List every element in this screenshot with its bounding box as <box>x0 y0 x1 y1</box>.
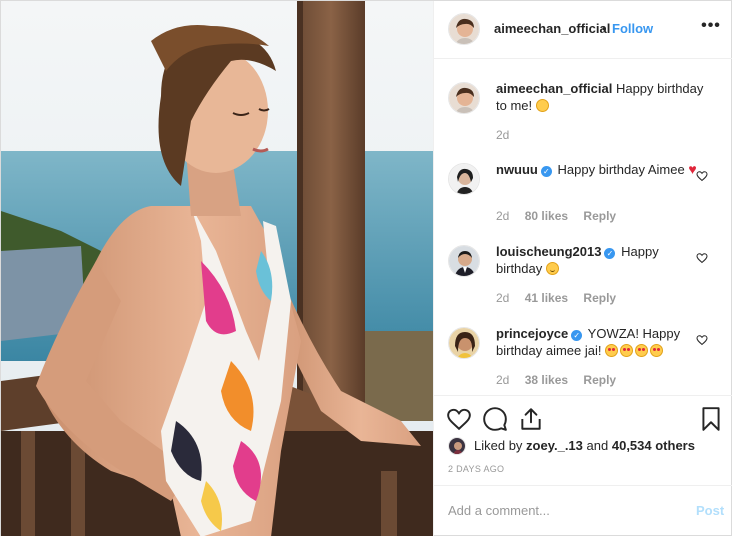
verified-badge-icon: ✓ <box>571 330 583 341</box>
comment-username[interactable]: louischeung2013 <box>496 244 601 259</box>
comment-age[interactable]: 2d <box>496 209 509 223</box>
add-comment-bar: Post <box>434 485 732 536</box>
comment-body: Happy birthday Aimee <box>557 162 685 177</box>
verified-badge-icon: ✓ <box>604 248 616 259</box>
comment-item: nwuuu ✓ Happy birthday Aimee ♥ 2d 80 like… <box>434 161 732 223</box>
heart-outline-icon[interactable] <box>446 406 472 432</box>
comment-text: louischeung2013 ✓ Happy birthday <box>496 243 706 277</box>
comment-like-heart-icon[interactable] <box>696 334 708 346</box>
comment-username[interactable]: princejoyce <box>496 326 568 341</box>
post-timestamp[interactable]: 2 DAYS AGO <box>448 464 504 474</box>
heart-eyes-emoji-icon <box>635 344 649 357</box>
share-upload-icon[interactable] <box>518 406 544 432</box>
comment-likes[interactable]: 41 likes <box>525 291 568 305</box>
heart-eyes-emoji-icon <box>620 344 634 357</box>
more-horizontal-icon[interactable]: ••• <box>700 17 722 37</box>
liked-by: Liked by zoey._.13 and 40,534 others <box>448 437 728 455</box>
comment-text: princejoyce ✓ YOWZA! Happy birthday aimee… <box>496 325 706 359</box>
comment-age[interactable]: 2d <box>496 291 509 305</box>
caption: aimeechan_official Happy birthday to me!… <box>434 80 732 142</box>
reply-button[interactable]: Reply <box>583 373 616 387</box>
verified-badge-icon: ✓ <box>540 166 552 177</box>
post-header: aimeechan_official • Follow ••• <box>434 1 732 59</box>
bookmark-icon[interactable] <box>698 406 724 432</box>
comment-likes[interactable]: 80 likes <box>525 209 568 223</box>
liked-by-middle: and <box>586 438 609 453</box>
heart-eyes-emoji-icon <box>605 344 619 357</box>
add-comment-input[interactable] <box>448 500 678 520</box>
caption-username[interactable]: aimeechan_official <box>496 81 612 96</box>
avatar[interactable] <box>448 13 480 45</box>
post-photo[interactable] <box>1 1 433 536</box>
comment-likes[interactable]: 38 likes <box>525 373 568 387</box>
post-actions <box>434 395 732 439</box>
liked-by-user[interactable]: zoey._.13 <box>526 438 583 453</box>
caption-text: aimeechan_official Happy birthday to me! <box>496 80 706 114</box>
liked-by-count[interactable]: 40,534 others <box>612 438 695 453</box>
comment-meta: 2d 80 likes Reply <box>496 209 628 223</box>
avatar[interactable] <box>448 245 480 277</box>
avatar-image <box>449 328 479 358</box>
avatar-image <box>449 14 479 44</box>
avatar-image <box>449 438 465 454</box>
post-side-panel: aimeechan_official • Follow ••• aimeecha… <box>433 1 732 536</box>
avatar-image <box>449 83 479 113</box>
comment-username[interactable]: nwuuu <box>496 162 538 177</box>
comment-like-heart-icon[interactable] <box>696 252 708 264</box>
comment-text: nwuuu ✓ Happy birthday Aimee ♥ <box>496 161 706 178</box>
avatar[interactable] <box>448 82 480 114</box>
header-separator: • <box>602 21 607 36</box>
caption-meta: 2d <box>496 128 521 142</box>
comment-like-heart-icon[interactable] <box>696 170 708 182</box>
smiling-face-emoji-icon <box>545 262 559 275</box>
heart-eyes-emoji-icon <box>650 344 664 357</box>
comment-item: louischeung2013 ✓ Happy birthday 2d 41 li… <box>434 243 732 305</box>
reply-button[interactable]: Reply <box>583 291 616 305</box>
avatar[interactable] <box>448 327 480 359</box>
comments-list[interactable]: aimeechan_official Happy birthday to me!… <box>434 60 732 394</box>
kissing-face-emoji-icon <box>535 99 549 112</box>
caption-age[interactable]: 2d <box>496 128 509 142</box>
post-photo-image <box>1 1 433 536</box>
avatar[interactable] <box>448 163 480 195</box>
liked-by-text: Liked by zoey._.13 and 40,534 others <box>474 438 695 453</box>
comment-meta: 2d 41 likes Reply <box>496 291 628 305</box>
post-comment-button[interactable]: Post <box>696 503 724 518</box>
avatar-image <box>449 246 479 276</box>
header-username[interactable]: aimeechan_official <box>494 21 610 36</box>
avatar-image <box>449 164 479 194</box>
comment-age[interactable]: 2d <box>496 373 509 387</box>
instagram-post: aimeechan_official • Follow ••• aimeecha… <box>0 0 732 536</box>
liked-by-prefix: Liked by <box>474 438 523 453</box>
comment-item: princejoyce ✓ YOWZA! Happy birthday aimee… <box>434 325 732 387</box>
reply-button[interactable]: Reply <box>583 209 616 223</box>
comment-bubble-icon[interactable] <box>482 406 508 432</box>
avatar[interactable] <box>448 437 466 455</box>
follow-button[interactable]: Follow <box>612 21 653 36</box>
comment-meta: 2d 38 likes Reply <box>496 373 628 387</box>
